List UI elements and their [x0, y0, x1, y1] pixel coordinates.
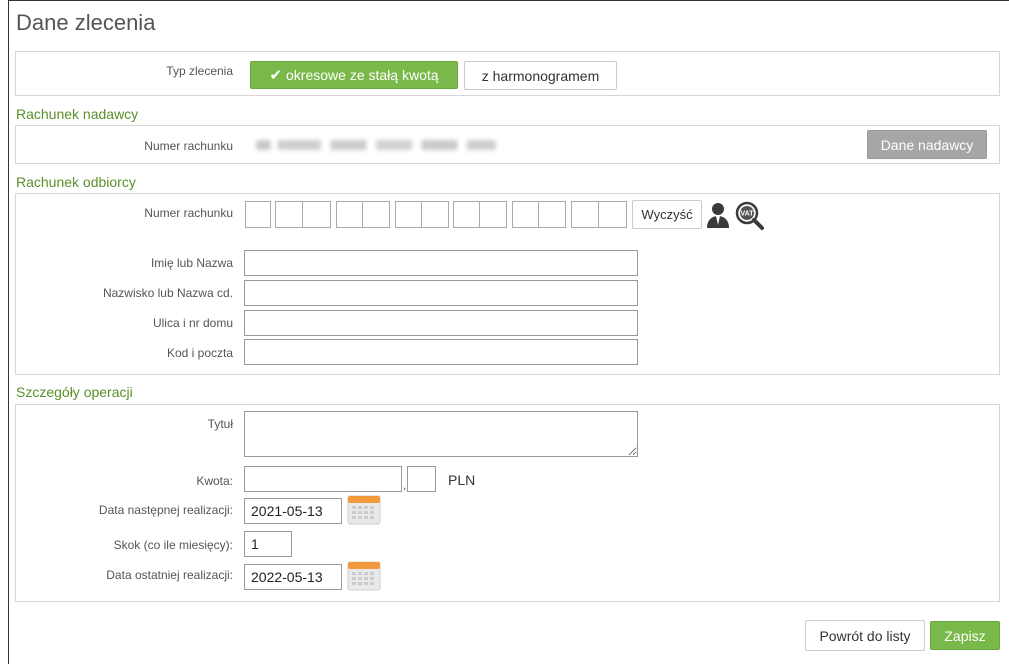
order-type-label: Typ zlecenia [166, 64, 233, 78]
account-digit-group-7[interactable] [571, 201, 627, 228]
surname-input[interactable] [244, 280, 638, 306]
account-digit-segment-1[interactable] [245, 201, 271, 228]
calendar-icon[interactable] [347, 495, 381, 525]
account-digit-group-3[interactable] [336, 201, 390, 228]
amount-cents-input[interactable] [407, 466, 436, 492]
vat-search-icon[interactable]: VAT [735, 201, 765, 231]
sender-account-label: Numer rachunku [144, 139, 233, 153]
vat-icon-text: VAT [741, 211, 755, 218]
sender-data-button[interactable]: Dane nadawcy [867, 130, 987, 159]
order-type-fixed-label: okresowe ze stałą kwotą [286, 67, 439, 83]
back-to-list-button[interactable]: Powrót do listy [805, 620, 925, 651]
clear-button[interactable]: Wyczyść [632, 200, 702, 229]
surname-label: Nazwisko lub Nazwa cd. [102, 286, 233, 300]
recipient-account-label: Numer rachunku [144, 206, 233, 220]
postal-label: Kod i poczta [166, 346, 233, 360]
order-type-fixed-button[interactable]: ✔ okresowe ze stałą kwotą [250, 61, 458, 89]
amount-input[interactable] [244, 466, 402, 492]
account-digit-group-6[interactable] [512, 201, 566, 228]
order-type-schedule-button[interactable]: z harmonogramem [464, 61, 617, 90]
save-button[interactable]: Zapisz [930, 621, 1000, 650]
step-label: Skok (co ile miesięcy): [113, 538, 233, 552]
person-icon[interactable] [705, 201, 731, 229]
step-input[interactable] [244, 531, 292, 557]
sender-section-title: Rachunek nadawcy [16, 106, 139, 122]
recipient-section-title: Rachunek odbiorcy [16, 174, 136, 190]
title-textarea[interactable] [244, 411, 638, 457]
title-label: Tytuł [207, 417, 233, 431]
next-date-input[interactable] [244, 498, 342, 524]
street-input[interactable] [244, 310, 638, 336]
postal-input[interactable] [244, 339, 638, 365]
account-digit-group-4[interactable] [395, 201, 449, 228]
calendar-icon[interactable] [347, 561, 381, 591]
next-date-label: Data następnej realizacji: [98, 503, 233, 517]
amount-separator: , [403, 478, 407, 492]
last-date-label: Data ostatniej realizacji: [106, 568, 233, 582]
name-label: Imię lub Nazwa [150, 256, 233, 270]
currency-label: PLN [448, 472, 476, 488]
name-input[interactable] [244, 250, 638, 276]
checkmark-icon: ✔ [269, 67, 283, 84]
details-section-title: Szczegóły operacji [16, 384, 133, 400]
last-date-input[interactable] [244, 564, 342, 590]
amount-label: Kwota: [196, 474, 233, 488]
street-label: Ulica i nr domu [152, 316, 233, 330]
account-digit-group-2[interactable] [275, 201, 331, 228]
page-title: Dane zlecenia [16, 10, 156, 35]
account-digit-group-5[interactable] [453, 201, 507, 228]
sender-account-number-blurred [256, 140, 496, 150]
